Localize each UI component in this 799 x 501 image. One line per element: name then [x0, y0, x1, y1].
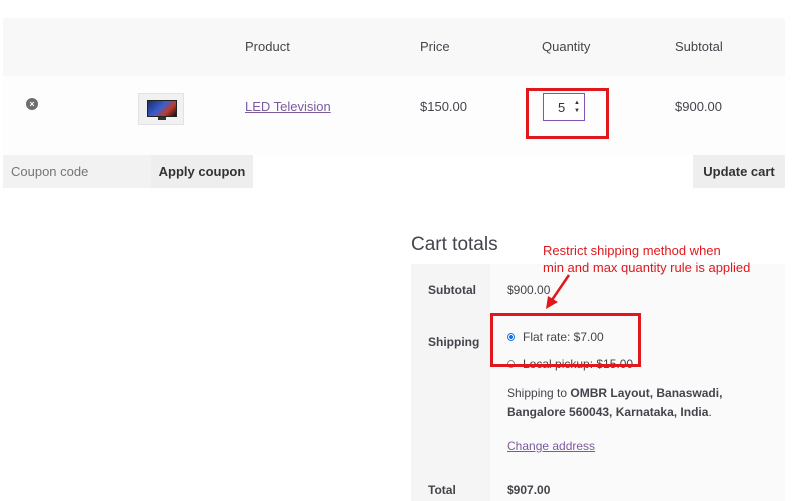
- remove-circle-icon[interactable]: ×: [26, 98, 38, 110]
- subtotal-label: Subtotal: [411, 264, 490, 310]
- annotation-text: Restrict shipping method when min and ma…: [543, 242, 773, 276]
- annotation-line-2: min and max quantity rule is applied: [543, 260, 751, 275]
- item-subtotal: $900.00: [675, 99, 722, 114]
- header-price: Price: [420, 39, 450, 54]
- update-cart-button[interactable]: Update cart: [693, 155, 785, 188]
- cart-table: Product Price Quantity Subtotal × LED Te…: [3, 18, 785, 198]
- cart-item-row: × LED Television $150.00 5 ▲ ▼ $900.00: [3, 76, 785, 155]
- television-image: [147, 100, 177, 117]
- header-subtotal: Subtotal: [675, 39, 723, 54]
- shipping-to-prefix: Shipping to: [507, 386, 568, 400]
- shipping-destination: Shipping to OMBR Layout, Banaswadi, Bang…: [507, 384, 767, 422]
- header-product: Product: [245, 39, 290, 54]
- apply-coupon-button[interactable]: Apply coupon: [151, 155, 253, 188]
- header-quantity: Quantity: [542, 39, 591, 54]
- shipping-label: Shipping: [411, 310, 490, 466]
- quantity-highlight-box: [526, 88, 609, 139]
- product-thumbnail[interactable]: [138, 93, 184, 125]
- total-value: $907.00: [490, 466, 785, 501]
- shipping-to-suffix: .: [708, 405, 712, 419]
- cart-actions: Apply coupon Update cart: [3, 155, 785, 198]
- annotation-arrow-icon: [546, 274, 571, 309]
- cart-totals-title: Cart totals: [411, 234, 498, 255]
- cart-table-header: Product Price Quantity Subtotal: [3, 18, 785, 76]
- shipping-highlight-box: [490, 313, 641, 367]
- cart-totals-table: Subtotal $900.00 Shipping Flat rate: $7.…: [411, 264, 785, 501]
- change-address-link[interactable]: Change address: [507, 439, 595, 453]
- television-stand: [158, 117, 166, 120]
- item-price: $150.00: [420, 99, 467, 114]
- total-label: Total: [411, 466, 490, 501]
- total-row: Total $907.00: [411, 466, 785, 501]
- annotation-line-1: Restrict shipping method when: [543, 243, 721, 258]
- product-name-link[interactable]: LED Television: [245, 99, 331, 114]
- coupon-code-input[interactable]: [3, 155, 151, 188]
